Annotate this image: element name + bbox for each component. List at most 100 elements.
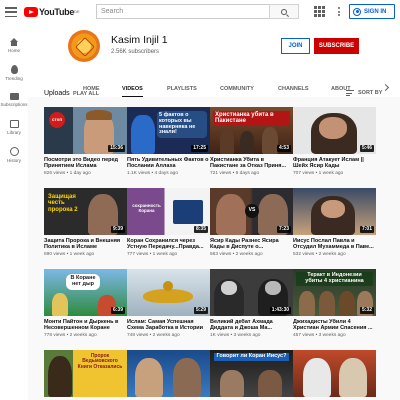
thumb-text: 5 фактов о которых вы наверняка не знали… bbox=[157, 111, 207, 139]
video-title[interactable]: Великий дебат Ахмада Диддата и Джоша Ма.… bbox=[210, 319, 293, 332]
video-thumbnail[interactable]: сохранность Корана 8:35 bbox=[127, 188, 210, 235]
thumb-person bbox=[220, 370, 244, 397]
thumb-text: Теракт в Индонезии убиты 4 христианина bbox=[296, 272, 373, 286]
video-card[interactable]: 5 фактов о которых вы наверняка не знали… bbox=[127, 107, 210, 176]
video-duration: 7:01 bbox=[359, 226, 374, 233]
video-meta: 457 views • 3 weeks ago bbox=[293, 332, 346, 338]
thumb-text: Говорит ли Коран Иисус? bbox=[214, 353, 289, 361]
video-card[interactable] bbox=[293, 350, 376, 397]
video-title[interactable]: Джихадисты Убили 4 Христиан Армии Спасен… bbox=[293, 319, 376, 332]
video-thumbnail[interactable]: Теракт в Индонезии убиты 4 христианина 5… bbox=[293, 269, 376, 316]
video-duration: 9:39 bbox=[110, 226, 125, 233]
thumb-hair bbox=[86, 110, 112, 120]
thumb-person bbox=[303, 358, 331, 397]
thumb-person bbox=[240, 131, 254, 154]
video-card[interactable] bbox=[127, 350, 210, 397]
video-meta: 778 views • 2 weeks ago bbox=[44, 332, 97, 338]
video-title[interactable]: Пять Удивительных Фактов о Послании Алла… bbox=[127, 157, 210, 170]
video-title[interactable]: Франция Атакует Ислам || Шейх Ясир Кады bbox=[293, 157, 376, 170]
thumb-person bbox=[299, 291, 315, 316]
thumb-face bbox=[319, 117, 347, 139]
video-grid: стоп 15:36 Посмотри это Видео перед Прин… bbox=[0, 0, 400, 400]
video-card[interactable]: Защищая честь пророка 2 9:39 Защита Прор… bbox=[44, 188, 127, 257]
video-title[interactable]: Посмотри это Видео перед Принятием Ислам… bbox=[44, 157, 127, 170]
video-title[interactable]: Монти Пайтон и Дыркень в Несовершенном К… bbox=[44, 319, 127, 332]
video-title[interactable]: Защита Пророка и Внешняя Политика в Исла… bbox=[44, 238, 127, 251]
video-meta: 826 views • 1 day ago bbox=[44, 170, 91, 176]
video-card[interactable]: В Коране нет дыр 6:39 Монти Пайтон и Дыр… bbox=[44, 269, 127, 338]
video-card[interactable]: 5:29 Ислам: Самая Успешная Схема Заработ… bbox=[127, 269, 210, 338]
magic-lamp-icon bbox=[143, 289, 193, 303]
video-thumbnail[interactable]: 1:43:30 bbox=[210, 269, 293, 316]
thumb-face bbox=[265, 281, 281, 295]
video-meta: 777 views • 1 week ago bbox=[127, 251, 178, 257]
thumb-text: VS bbox=[245, 204, 259, 218]
thumb-person bbox=[135, 358, 163, 397]
thumb-person bbox=[258, 370, 282, 397]
video-card[interactable]: VS 7:23 Ясир Кады Разнес Ясира Кады в Ди… bbox=[210, 188, 293, 257]
video-thumbnail[interactable]: Христианка убита в Пакистане 4:53 bbox=[210, 107, 293, 154]
video-title[interactable]: Ясир Кады Разнес Ясира Кады в Диспуте о.… bbox=[210, 238, 293, 251]
thumb-person bbox=[131, 115, 155, 154]
video-thumbnail[interactable]: Пророк Ведьмовского Книги Отказались bbox=[44, 350, 127, 397]
video-duration: 6:39 bbox=[110, 307, 125, 314]
video-title[interactable]: Ислам: Самая Успешная Схема Заработка в … bbox=[127, 319, 210, 332]
video-duration: 4:53 bbox=[276, 145, 291, 152]
video-meta: 1.1K views • 4 days ago bbox=[127, 170, 179, 176]
video-thumbnail[interactable]: 5 фактов о которых вы наверняка не знали… bbox=[127, 107, 210, 154]
thumb-person bbox=[52, 293, 68, 316]
video-duration: 7:23 bbox=[276, 226, 291, 233]
video-thumbnail[interactable]: Говорит ли Коран Иисус? bbox=[210, 350, 293, 397]
thumb-text: Пророк Ведьмовского Книги Отказались bbox=[77, 353, 123, 370]
video-meta: 690 views • 1 week ago bbox=[44, 251, 95, 257]
video-card[interactable]: Теракт в Индонезии убиты 4 христианина 5… bbox=[293, 269, 376, 338]
video-meta: 721 views • 6 days ago bbox=[210, 170, 260, 176]
thumb-text: В Коране нет дыр bbox=[66, 274, 100, 290]
thumb-face bbox=[221, 281, 237, 295]
thumb-person bbox=[339, 358, 367, 397]
video-duration: 8:35 bbox=[193, 226, 208, 233]
video-title[interactable]: Коран Сохранился через Устную Передачу..… bbox=[127, 238, 210, 251]
video-thumbnail[interactable]: 7:01 bbox=[293, 188, 376, 235]
thumb-person bbox=[262, 127, 278, 154]
thumb-person bbox=[173, 358, 201, 397]
thumb-person bbox=[319, 291, 335, 316]
video-card[interactable]: сохранность Корана 8:35 Коран Сохранился… bbox=[127, 188, 210, 257]
video-duration: 5:32 bbox=[359, 307, 374, 314]
lamp-lid bbox=[163, 281, 173, 291]
video-card[interactable]: 7:01 Иисус Послал Павла и Отсудил Мухамм… bbox=[293, 188, 376, 257]
video-card[interactable]: стоп 15:36 Посмотри это Видео перед Прин… bbox=[44, 107, 127, 176]
video-duration: 17:25 bbox=[191, 145, 208, 152]
video-thumbnail[interactable]: Защищая честь пророка 2 9:39 bbox=[44, 188, 127, 235]
thumb-face bbox=[321, 200, 345, 218]
thumb-person bbox=[339, 291, 355, 316]
video-thumbnail[interactable]: 5:46 bbox=[293, 107, 376, 154]
thumb-person bbox=[216, 194, 246, 235]
video-duration: 15:36 bbox=[108, 145, 125, 152]
video-thumbnail[interactable] bbox=[127, 350, 210, 397]
thumb-text: стоп bbox=[49, 112, 65, 128]
video-thumbnail[interactable] bbox=[293, 350, 376, 397]
video-meta: 532 views • 2 weeks ago bbox=[293, 251, 346, 257]
video-card[interactable]: Говорит ли Коран Иисус? bbox=[210, 350, 293, 397]
video-thumbnail[interactable]: 5:29 bbox=[127, 269, 210, 316]
video-meta: 748 views • 2 weeks ago bbox=[127, 332, 180, 338]
video-card[interactable]: Христианка убита в Пакистане 4:53 Христи… bbox=[210, 107, 293, 176]
video-title[interactable]: Иисус Послал Павла и Отсудил Мухаммеда в… bbox=[293, 238, 376, 251]
thumb-text: Христианка убита в Пакистане bbox=[213, 111, 290, 126]
video-duration: 5:29 bbox=[193, 307, 208, 314]
video-title[interactable]: Христианка Убита в Пакистане за Отказ Пр… bbox=[210, 157, 293, 170]
thumb-text: Защищая честь пророка 2 bbox=[48, 194, 78, 213]
video-card[interactable]: 1:43:30 Великий дебат Ахмада Диддата и Д… bbox=[210, 269, 293, 338]
video-thumbnail[interactable]: В Коране нет дыр 6:39 bbox=[44, 269, 127, 316]
video-thumbnail[interactable]: VS 7:23 bbox=[210, 188, 293, 235]
video-card[interactable]: Пророк Ведьмовского Книги Отказались bbox=[44, 350, 127, 397]
video-thumbnail[interactable]: стоп 15:36 bbox=[44, 107, 127, 154]
video-duration: 1:43:30 bbox=[269, 307, 291, 314]
video-card[interactable]: 5:46 Франция Атакует Ислам || Шейх Ясир … bbox=[293, 107, 376, 176]
thumb-text: сохранность Корана bbox=[132, 203, 161, 213]
thumb-person bbox=[220, 129, 234, 154]
video-meta: 707 views • 1 week ago bbox=[293, 170, 344, 176]
video-meta: 1K views • 3 weeks ago bbox=[210, 332, 261, 338]
quran-book-icon bbox=[173, 200, 203, 224]
